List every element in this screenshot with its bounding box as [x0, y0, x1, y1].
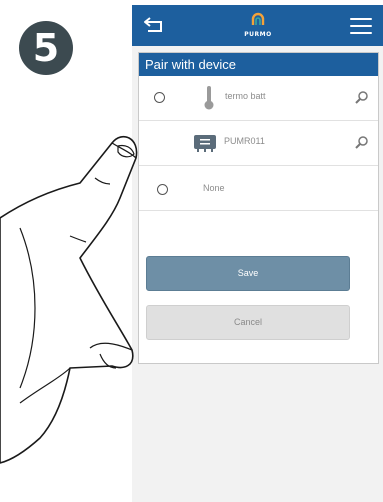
phone-screen: PURMO Pair with device termo batt PUMR01…: [132, 5, 383, 502]
hamburger-menu-icon[interactable]: [350, 18, 372, 34]
pointing-hand-illustration: [0, 135, 138, 464]
back-arrow-icon[interactable]: [143, 16, 165, 34]
radio-button[interactable]: [157, 184, 168, 195]
magnifier-icon[interactable]: [355, 90, 369, 104]
logo-arch-icon: [251, 12, 265, 25]
cancel-button[interactable]: Cancel: [146, 305, 350, 340]
panel-title: Pair with device: [139, 53, 378, 76]
device-label: termo batt: [225, 91, 266, 101]
top-bar: PURMO: [132, 5, 383, 46]
magnifier-icon[interactable]: [355, 135, 369, 149]
device-row-termo-batt[interactable]: termo batt: [139, 76, 378, 121]
device-row-pumr011[interactable]: PUMR011: [139, 121, 378, 166]
step-number-badge: 5: [19, 21, 73, 75]
save-button[interactable]: Save: [146, 256, 350, 291]
device-label: PUMR011: [224, 136, 265, 146]
radio-button[interactable]: [154, 92, 165, 103]
receiver-icon: [194, 135, 216, 152]
device-row-none[interactable]: None: [139, 166, 378, 211]
purmo-logo: PURMO: [238, 12, 278, 42]
logo-text: PURMO: [244, 31, 272, 38]
device-label: None: [203, 183, 225, 193]
thermometer-icon: [204, 86, 214, 110]
